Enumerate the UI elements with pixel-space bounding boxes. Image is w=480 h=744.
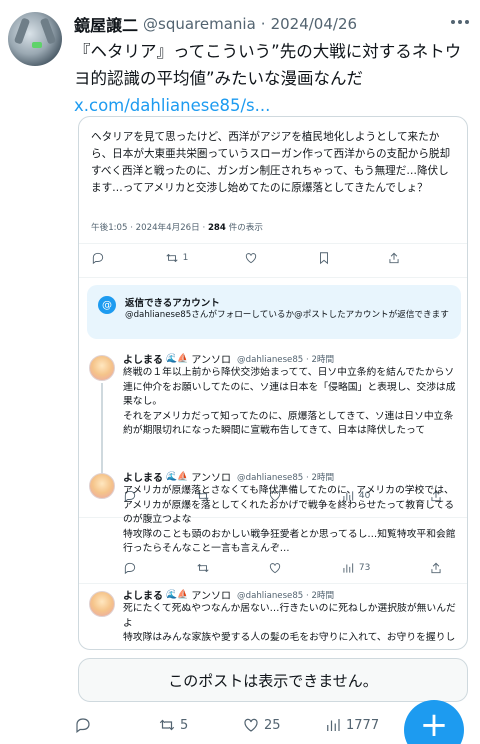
reply-header: よしまる 🌊⛵ アンソロ @dahlianese85 · 2時間: [123, 469, 334, 485]
bookmark-button[interactable]: [317, 251, 331, 265]
reply-icon: [76, 718, 90, 733]
reply-author-suffix: アンソロ: [191, 591, 232, 602]
post-header: 鏡屋譲二 @squaremania · 2024/04/26: [74, 12, 470, 36]
reply-header: よしまる 🌊⛵ アンソロ @dahlianese85 · 2時間: [123, 587, 334, 603]
reply-author-name[interactable]: よしまる: [123, 587, 163, 602]
reply-button[interactable]: [74, 716, 92, 734]
divider: [79, 243, 467, 244]
reply-header: よしまる 🌊⛵ アンソロ @dahlianese85 · 2時間: [123, 351, 334, 367]
post-date[interactable]: 2024/04/26: [271, 15, 357, 33]
heart-icon: [244, 718, 258, 732]
unavailable-post-notice: このポストは表示できません。: [78, 658, 468, 702]
notice-title: 返信できるアカウント: [125, 298, 220, 309]
like-button[interactable]: [244, 251, 262, 265]
wave-emoji-icon: 🌊⛵: [166, 353, 189, 364]
reply-handle[interactable]: @dahlianese85 · 2時間: [237, 353, 334, 365]
heart-icon: [245, 253, 256, 264]
reply-text: アメリカが原爆落とさなくても降伏準備してたのに、アメリカの学校では、アメリカが原…: [123, 485, 456, 555]
reply-author-suffix: アンソロ: [191, 473, 232, 484]
reply-avatar[interactable]: [89, 591, 115, 617]
repost-button[interactable]: 5: [158, 716, 188, 734]
divider: [79, 277, 467, 278]
repost-button[interactable]: 1: [165, 251, 188, 265]
bar-chart-icon: [343, 563, 354, 573]
like-button[interactable]: [268, 561, 282, 575]
quoted-post-card[interactable]: ヘタリアを見て思ったけど、西洋がアジアを植民地化しようとして来たから、日本が大東…: [78, 116, 468, 650]
reply-restriction-notice: @ 返信できるアカウント @dahlianese85さんがフォローしているか@ポ…: [87, 285, 461, 339]
post-body: 『ヘタリア』ってこういう”先の大戦に対するネトウヨ的認識の平均値”みたいな漫画な…: [74, 42, 462, 88]
quoted-views-count: 284: [207, 223, 226, 233]
header-separator: ·: [260, 15, 266, 33]
like-button[interactable]: 25: [242, 716, 281, 734]
post-text: 『ヘタリア』ってこういう”先の大戦に対するネトウヨ的認識の平均値”みたいな漫画な…: [74, 38, 470, 119]
author-avatar[interactable]: [8, 12, 62, 66]
bar-chart-icon: [327, 719, 340, 731]
repost-button[interactable]: [196, 561, 210, 575]
reply-handle[interactable]: @dahlianese85 · 2時間: [237, 471, 334, 483]
wave-emoji-icon: 🌊⛵: [166, 589, 189, 600]
heart-icon: [270, 563, 281, 574]
author-handle[interactable]: @squaremania: [143, 15, 256, 33]
compose-button[interactable]: +: [404, 700, 464, 744]
quoted-post-text: ヘタリアを見て思ったけど、西洋がアジアを植民地化しようとして来たから、日本が大東…: [91, 131, 451, 194]
repost-icon: [165, 253, 178, 263]
post-link[interactable]: x.com/dahlianese85/s...: [74, 96, 270, 115]
reply-text: 死にたくて死ぬやつなんか居ない…行きたいのに死ねしか選択肢が無いんだよ 特攻隊はみ…: [123, 603, 456, 644]
author-name[interactable]: 鏡屋譲二: [74, 12, 138, 36]
reply-icon: [124, 562, 136, 575]
divider: [79, 583, 467, 584]
views-button[interactable]: 1777: [324, 716, 379, 734]
repost-icon: [197, 563, 209, 573]
bookmark-icon: [320, 252, 329, 265]
reply-handle[interactable]: @dahlianese85 · 2時間: [237, 589, 334, 601]
reply-author-suffix: アンソロ: [191, 355, 232, 366]
reply-icon: [92, 252, 104, 265]
share-button[interactable]: [387, 251, 401, 265]
repost-icon: [159, 719, 175, 731]
quoted-action-bar: 1: [91, 251, 401, 265]
reply-avatar[interactable]: [89, 473, 115, 499]
wave-emoji-icon: 🌊⛵: [166, 471, 189, 482]
reply-button[interactable]: [91, 251, 109, 265]
reply-avatar[interactable]: [89, 355, 115, 381]
notice-body: @dahlianese85さんがフォローしているか@ポストしたアカウントが返信で…: [125, 310, 449, 320]
share-icon: [431, 562, 441, 574]
user-mention-icon: @: [98, 296, 116, 314]
reply-text: 終戦の１年以上前から降伏交渉始まってて、日ソ中立条約を結んでたからソ連に仲介をお…: [123, 367, 456, 437]
share-button[interactable]: [429, 561, 443, 575]
reply-author-name[interactable]: よしまる: [123, 351, 163, 366]
quoted-views-suffix: 件の表示: [225, 223, 263, 233]
share-icon: [389, 252, 399, 264]
reply-author-name[interactable]: よしまる: [123, 469, 163, 484]
thread-line: [101, 383, 103, 483]
quoted-post-meta: 午後1:05 · 2024年4月26日 · 284 件の表示: [91, 221, 263, 233]
views-button[interactable]: 73: [341, 561, 370, 575]
more-options-icon[interactable]: [448, 14, 472, 30]
reply-action-bar: 73: [123, 561, 443, 575]
quoted-timestamp: 午後1:05 · 2024年4月26日 ·: [91, 223, 208, 233]
reply-button[interactable]: [123, 561, 137, 575]
